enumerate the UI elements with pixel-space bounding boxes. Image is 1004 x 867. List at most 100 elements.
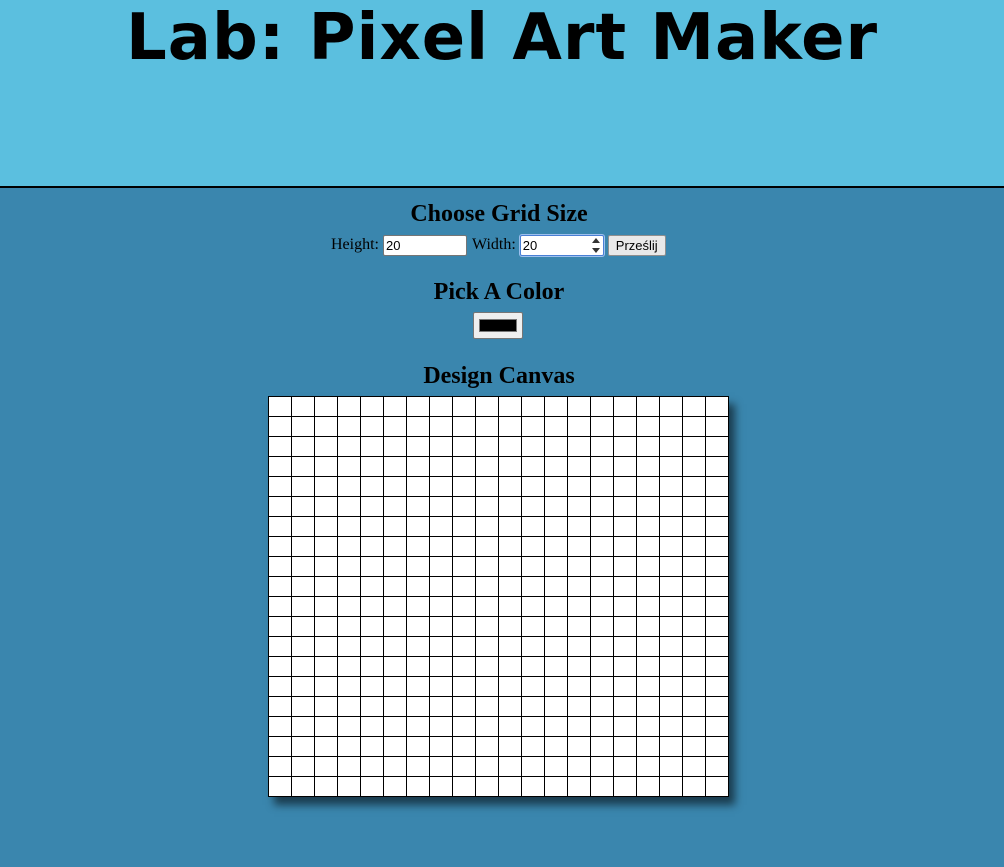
canvas-cell[interactable] xyxy=(659,396,683,417)
canvas-cell[interactable] xyxy=(613,556,637,577)
canvas-cell[interactable] xyxy=(705,396,729,417)
canvas-cell[interactable] xyxy=(521,736,545,757)
canvas-cell[interactable] xyxy=(682,556,706,577)
canvas-cell[interactable] xyxy=(613,656,637,677)
canvas-cell[interactable] xyxy=(567,496,591,517)
canvas-cell[interactable] xyxy=(291,576,315,597)
canvas-cell[interactable] xyxy=(590,756,614,777)
canvas-cell[interactable] xyxy=(567,516,591,537)
canvas-cell[interactable] xyxy=(544,636,568,657)
canvas-cell[interactable] xyxy=(452,556,476,577)
submit-button[interactable]: Prześlij xyxy=(607,234,666,256)
canvas-cell[interactable] xyxy=(544,576,568,597)
canvas-cell[interactable] xyxy=(314,496,338,517)
canvas-cell[interactable] xyxy=(452,736,476,757)
canvas-cell[interactable] xyxy=(337,516,361,537)
canvas-cell[interactable] xyxy=(613,476,637,497)
canvas-cell[interactable] xyxy=(682,416,706,437)
canvas-cell[interactable] xyxy=(406,556,430,577)
canvas-cell[interactable] xyxy=(475,636,499,657)
canvas-cell[interactable] xyxy=(314,456,338,477)
canvas-cell[interactable] xyxy=(498,576,522,597)
canvas-cell[interactable] xyxy=(406,696,430,717)
canvas-cell[interactable] xyxy=(452,536,476,557)
canvas-cell[interactable] xyxy=(268,736,292,757)
canvas-cell[interactable] xyxy=(705,756,729,777)
canvas-cell[interactable] xyxy=(314,616,338,637)
canvas-cell[interactable] xyxy=(544,776,568,797)
canvas-cell[interactable] xyxy=(314,416,338,437)
canvas-cell[interactable] xyxy=(291,476,315,497)
canvas-cell[interactable] xyxy=(291,536,315,557)
canvas-cell[interactable] xyxy=(544,756,568,777)
canvas-cell[interactable] xyxy=(406,576,430,597)
canvas-cell[interactable] xyxy=(429,776,453,797)
canvas-cell[interactable] xyxy=(452,436,476,457)
canvas-cell[interactable] xyxy=(475,596,499,617)
canvas-cell[interactable] xyxy=(521,576,545,597)
canvas-cell[interactable] xyxy=(314,536,338,557)
canvas-cell[interactable] xyxy=(636,476,660,497)
canvas-cell[interactable] xyxy=(314,676,338,697)
canvas-cell[interactable] xyxy=(314,516,338,537)
canvas-cell[interactable] xyxy=(314,736,338,757)
canvas-cell[interactable] xyxy=(705,556,729,577)
canvas-cell[interactable] xyxy=(590,636,614,657)
canvas-cell[interactable] xyxy=(475,616,499,637)
canvas-cell[interactable] xyxy=(406,756,430,777)
canvas-cell[interactable] xyxy=(636,616,660,637)
canvas-cell[interactable] xyxy=(360,776,384,797)
canvas-cell[interactable] xyxy=(337,416,361,437)
canvas-cell[interactable] xyxy=(291,456,315,477)
canvas-cell[interactable] xyxy=(452,636,476,657)
canvas-cell[interactable] xyxy=(567,576,591,597)
canvas-cell[interactable] xyxy=(452,496,476,517)
canvas-cell[interactable] xyxy=(429,756,453,777)
canvas-cell[interactable] xyxy=(452,616,476,637)
canvas-cell[interactable] xyxy=(314,556,338,577)
canvas-cell[interactable] xyxy=(705,656,729,677)
canvas-cell[interactable] xyxy=(567,696,591,717)
canvas-cell[interactable] xyxy=(498,656,522,677)
canvas-cell[interactable] xyxy=(337,616,361,637)
canvas-cell[interactable] xyxy=(705,596,729,617)
canvas-cell[interactable] xyxy=(291,556,315,577)
canvas-cell[interactable] xyxy=(360,496,384,517)
canvas-cell[interactable] xyxy=(521,416,545,437)
canvas-cell[interactable] xyxy=(291,416,315,437)
canvas-cell[interactable] xyxy=(636,596,660,617)
canvas-cell[interactable] xyxy=(705,616,729,637)
canvas-cell[interactable] xyxy=(291,776,315,797)
canvas-cell[interactable] xyxy=(406,496,430,517)
canvas-cell[interactable] xyxy=(498,476,522,497)
canvas-cell[interactable] xyxy=(268,636,292,657)
canvas-cell[interactable] xyxy=(360,556,384,577)
canvas-cell[interactable] xyxy=(314,476,338,497)
canvas-cell[interactable] xyxy=(291,596,315,617)
canvas-cell[interactable] xyxy=(521,716,545,737)
canvas-cell[interactable] xyxy=(337,496,361,517)
canvas-cell[interactable] xyxy=(383,576,407,597)
canvas-cell[interactable] xyxy=(613,676,637,697)
canvas-cell[interactable] xyxy=(452,756,476,777)
canvas-cell[interactable] xyxy=(291,436,315,457)
canvas-cell[interactable] xyxy=(498,596,522,617)
canvas-cell[interactable] xyxy=(567,776,591,797)
canvas-cell[interactable] xyxy=(636,396,660,417)
canvas-cell[interactable] xyxy=(705,456,729,477)
canvas-cell[interactable] xyxy=(475,476,499,497)
canvas-cell[interactable] xyxy=(567,556,591,577)
canvas-cell[interactable] xyxy=(659,596,683,617)
canvas-cell[interactable] xyxy=(590,676,614,697)
canvas-cell[interactable] xyxy=(613,396,637,417)
canvas-cell[interactable] xyxy=(268,656,292,677)
canvas-cell[interactable] xyxy=(337,556,361,577)
canvas-cell[interactable] xyxy=(475,496,499,517)
canvas-cell[interactable] xyxy=(337,456,361,477)
canvas-cell[interactable] xyxy=(268,416,292,437)
canvas-cell[interactable] xyxy=(705,436,729,457)
canvas-cell[interactable] xyxy=(429,436,453,457)
canvas-cell[interactable] xyxy=(406,596,430,617)
canvas-cell[interactable] xyxy=(314,696,338,717)
canvas-cell[interactable] xyxy=(682,696,706,717)
